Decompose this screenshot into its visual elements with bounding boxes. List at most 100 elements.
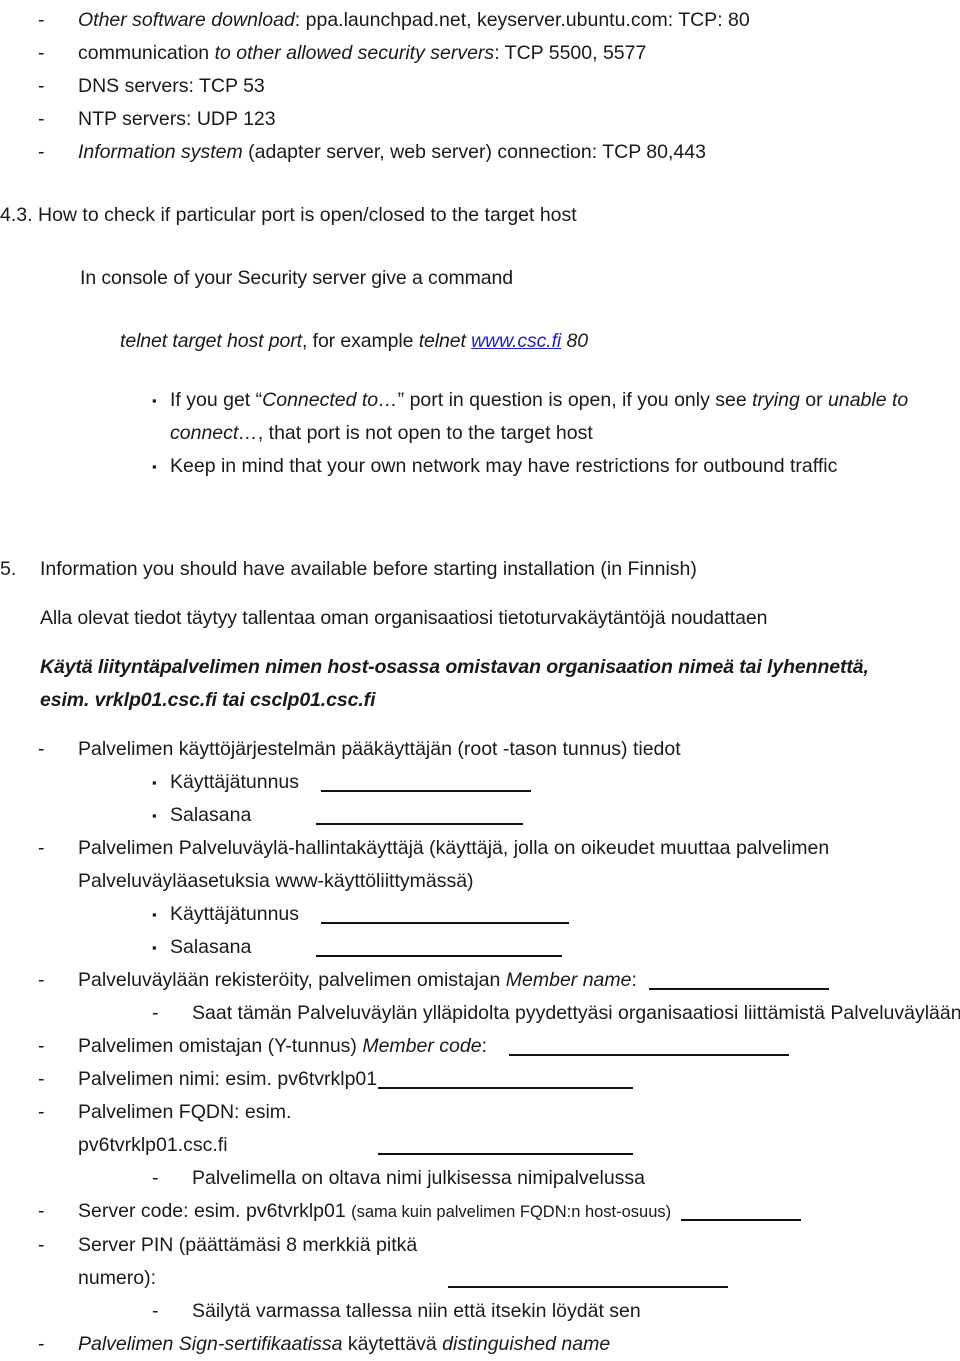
list-item: - DNS servers: TCP 53 (0, 70, 960, 103)
list-item-text: communication to other allowed security … (78, 37, 960, 70)
square-bullet-icon: ▪ (152, 808, 157, 823)
fill-in-blank[interactable] (378, 1134, 633, 1155)
list-item-text: Saat tämän Palveluväylän ylläpidolta pyy… (192, 1002, 960, 1024)
server-code-note: (sama kuin palvelimen FQDN:n host-osuus) (351, 1203, 672, 1221)
section-title: How to check if particular port is open/… (38, 204, 577, 226)
document-page: - Other software download: ppa.launchpad… (0, 0, 960, 1355)
dash-bullet-icon: - (152, 1167, 159, 1189)
list-item-text: If you get “Connected to…” port in quest… (170, 384, 960, 450)
member-code-pre: Palvelimen omistajan (Y-tunnus) (78, 1035, 363, 1057)
fill-in-blank[interactable] (508, 1035, 789, 1056)
list-item-text: Palveluväylään rekisteröity, palvelimen … (78, 964, 960, 997)
member-name-post: : (631, 969, 637, 991)
square-bullet-icon: ▪ (152, 775, 157, 790)
square-bullet-icon: ▪ (152, 940, 157, 955)
dash-bullet-icon: - (38, 42, 45, 64)
list-item-text: Server code: esim. pv6tvrklp01 (sama kui… (78, 1195, 960, 1229)
list-item: ▪ Salasana (0, 931, 960, 964)
list-item: - Palvelimen omistajan (Y-tunnus) Member… (0, 1030, 960, 1063)
dash-bullet-icon: - (38, 1101, 45, 1123)
list-item: - NTP servers: UDP 123 (0, 103, 960, 136)
dash-bullet-icon: - (38, 1333, 45, 1355)
dash-bullet-icon: - (152, 1002, 159, 1024)
list-item: - Palvelimella on oltava nimi julkisessa… (0, 1162, 960, 1195)
console-instruction: In console of your Security server give … (80, 267, 513, 289)
command-example: telnet (418, 330, 472, 352)
emphasis-text: Connected to… (262, 389, 398, 411)
bullet-tail: , that port is not open to the target ho… (257, 422, 593, 444)
member-code-post: : (481, 1035, 487, 1057)
section-number: 5. (0, 558, 17, 580)
bullet-mid: ” port in question is open, if you only … (397, 389, 753, 411)
firewall-ports-list: - Other software download: ppa.launchpad… (0, 0, 960, 169)
list-item: - Saat tämän Palveluväylän ylläpidolta p… (0, 997, 960, 1030)
naming-emphasis-line-2: esim. vrklp01.csc.fi tai csclp01.csc.fi (40, 689, 376, 711)
section-heading-5: 5. Information you should have available… (0, 553, 960, 586)
section-5-intro: Alla olevat tiedot täytyy tallentaa oman… (40, 607, 768, 629)
dash-bullet-icon: - (38, 1068, 45, 1090)
fill-in-blank[interactable] (448, 1267, 728, 1288)
list-item-text: Palvelimen FQDN: esim. pv6tvrklp01.csc.f… (78, 1096, 960, 1162)
square-bullet-icon: ▪ (152, 459, 157, 474)
square-bullet-icon: ▪ (152, 393, 157, 408)
command-mid: , for example (301, 330, 419, 352)
server-pin-label: Server PIN (päättämäsi 8 merkkiä pitkä n… (78, 1234, 418, 1289)
list-item-text: Other software download: ppa.launchpad.n… (78, 4, 960, 37)
dash-bullet-icon: - (38, 1200, 45, 1222)
list-item-text: Palvelimen käyttöjärjestelmän pääkäyttäj… (78, 738, 681, 760)
list-item: - Palvelimen nimi: esim. pv6tvrklp01 (0, 1063, 960, 1096)
fill-in-blank[interactable] (316, 804, 523, 825)
list-item-rest: : ppa.launchpad.net, keyserver.ubuntu.co… (294, 9, 750, 31)
finnish-checklist: - Palvelimen käyttöjärjestelmän pääkäytt… (0, 733, 960, 1361)
list-item-text: Information system (adapter server, web … (78, 136, 960, 169)
telnet-command-line: telnet target host port, for example tel… (0, 325, 960, 358)
list-item: - Palvelimen Palveluväylä-hallintakäyttä… (0, 832, 958, 898)
dash-bullet-icon: - (38, 9, 45, 31)
dash-bullet-icon: - (38, 738, 45, 760)
list-item-text: Käyttäjätunnus (170, 898, 960, 931)
list-item: - Palvelimen käyttöjärjestelmän pääkäytt… (0, 733, 960, 766)
fill-in-blank[interactable] (321, 771, 532, 792)
dash-bullet-icon: - (38, 1234, 45, 1256)
list-item-text: Palvelimella on oltava nimi julkisessa n… (192, 1167, 646, 1189)
fill-in-blank[interactable] (316, 936, 562, 957)
emphasis-text: Information system (78, 141, 243, 163)
emphasis-text: Palvelimen Sign-sertifikaatissa (78, 1333, 343, 1355)
list-item-text: NTP servers: UDP 123 (78, 108, 276, 130)
list-item-rest: : TCP 5500, 5577 (494, 42, 647, 64)
section-number: 4.3. (0, 204, 33, 226)
list-item: - Server PIN (päättämäsi 8 merkkiä pitkä… (0, 1229, 960, 1295)
list-item-text: Säilytä varmassa tallessa niin että itse… (192, 1300, 641, 1322)
list-item-text: DNS servers: TCP 53 (78, 75, 265, 97)
csc-fi-link[interactable]: www.csc.fi (471, 330, 561, 352)
dash-bullet-icon: - (38, 1035, 45, 1057)
list-item: ▪ If you get “Connected to…” port in que… (0, 384, 960, 450)
emphasis-text: Other software download (78, 9, 295, 31)
dash-bullet-icon: - (38, 75, 45, 97)
command-port: 80 (561, 330, 588, 352)
bullet-mid-2: or (799, 389, 828, 411)
list-item: - Other software download: ppa.launchpad… (0, 4, 960, 37)
fill-in-blank[interactable] (321, 903, 570, 924)
list-item: ▪ Salasana (0, 799, 960, 832)
member-name-pre: Palveluväylään rekisteröity, palvelimen … (78, 969, 506, 991)
list-item-text: Palvelimen nimi: esim. pv6tvrklp01 (78, 1063, 960, 1096)
fill-in-blank[interactable] (681, 1200, 802, 1221)
square-bullet-icon: ▪ (152, 907, 157, 922)
fill-in-blank[interactable] (648, 969, 829, 990)
dash-bullet-icon: - (38, 141, 45, 163)
emphasis-text: Member name (505, 969, 632, 991)
list-item: - Palvelimen Sign-sertifikaatissa käytet… (0, 1328, 960, 1361)
section-title: Information you should have available be… (40, 558, 697, 580)
fill-in-blank[interactable] (378, 1068, 633, 1089)
list-item: ▪ Käyttäjätunnus (0, 898, 960, 931)
command-syntax: telnet target host port (120, 330, 302, 352)
list-item-lead: communication (78, 42, 215, 64)
